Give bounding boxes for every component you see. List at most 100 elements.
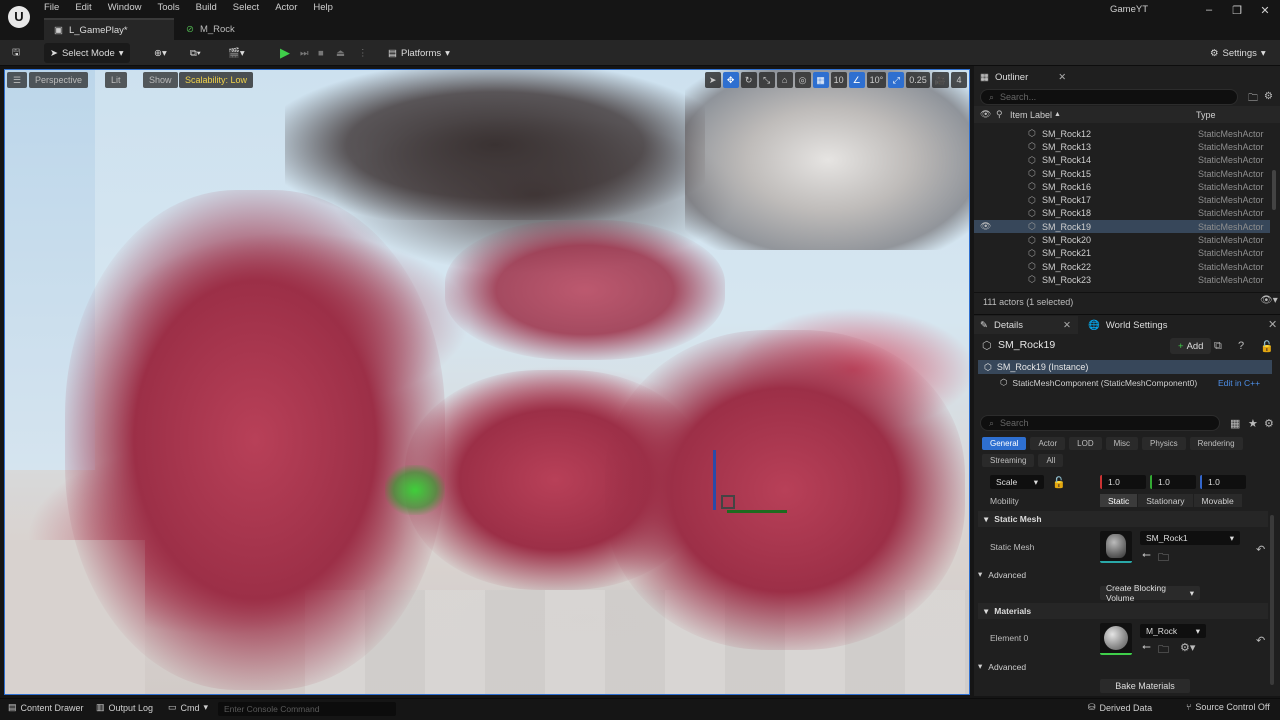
outliner-row[interactable]: ⬡ SM_Rock22 StaticMeshActor [974, 260, 1270, 273]
camera-speed-icon[interactable]: 🎥 [931, 72, 949, 88]
translate-tool-icon[interactable]: ✥ [722, 72, 739, 88]
close-tab-icon[interactable]: ✕ [1268, 318, 1277, 331]
outliner-scrollbar[interactable] [1272, 170, 1276, 210]
static-mesh-section[interactable]: ▾ Static Mesh [978, 511, 1268, 527]
filter-tab-general[interactable]: General [982, 437, 1027, 450]
tab-level[interactable]: ▣ L_GamePlay* [44, 18, 174, 40]
filter-tab-physics[interactable]: Physics [1142, 437, 1186, 450]
save-icon[interactable]: 🖫 [6, 43, 26, 63]
scale-tool-icon[interactable]: ⤡ [758, 72, 775, 88]
outliner-row[interactable]: ⬡ SM_Rock12 StaticMeshActor [974, 127, 1270, 140]
browse-icon[interactable]: 🗀 [1158, 641, 1169, 660]
material-thumbnail[interactable] [1100, 623, 1132, 655]
pin-column-icon[interactable]: ⚲ [996, 109, 1003, 120]
surface-snap-icon[interactable]: ⌂ [776, 72, 793, 88]
grid-view-icon[interactable]: ▦ [1230, 417, 1240, 430]
rotation-snap-icon[interactable]: ∠ [848, 72, 865, 88]
scale-snap-value[interactable]: 0.25 [906, 72, 930, 88]
material-dropdown[interactable]: M_Rock ▾ [1140, 624, 1206, 638]
add-component-button[interactable]: + Add [1170, 338, 1212, 354]
create-blocking-volume-button[interactable]: Create Blocking Volume ▾ [1100, 583, 1200, 603]
outliner-row[interactable]: ⬡ SM_Rock13 StaticMeshActor [974, 140, 1270, 153]
camera-speed-value[interactable]: 4 [951, 72, 967, 88]
use-selected-icon[interactable]: ⭠ [1142, 549, 1151, 562]
scale-z-field[interactable]: 1.0 [1200, 475, 1246, 489]
outliner-row[interactable]: ⬡ SM_Rock17 StaticMeshActor [974, 193, 1270, 206]
mobility-stationary[interactable]: Stationary [1138, 494, 1193, 507]
cmd-dropdown[interactable]: ▭ Cmd ▾ [168, 702, 208, 713]
menu-select[interactable]: Select [225, 0, 267, 16]
perspective-button[interactable]: Perspective [29, 72, 89, 88]
details-tab[interactable]: ✎ Details ✕ [974, 316, 1078, 334]
mobility-static[interactable]: Static [1100, 494, 1138, 507]
menu-edit[interactable]: Edit [67, 0, 99, 16]
cinematics-button[interactable]: 🎬▾ [222, 43, 251, 63]
viewport-menu-button[interactable]: ☰ [7, 72, 28, 88]
star-icon[interactable]: ★ [1248, 417, 1258, 430]
grid-snap-value[interactable]: 10 [830, 72, 847, 88]
source-control-button[interactable]: ⑂ Source Control Off [1186, 702, 1270, 712]
advanced-row-1[interactable]: ▾ Advanced [978, 569, 1026, 580]
gizmo-z-axis[interactable] [713, 450, 716, 510]
eject-icon[interactable]: ⏏ [330, 43, 351, 63]
materials-section[interactable]: ▾ Materials [978, 603, 1268, 619]
outliner-tab[interactable]: ▦ Outliner ✕ [974, 68, 1072, 86]
menu-build[interactable]: Build [188, 0, 225, 16]
menu-window[interactable]: Window [100, 0, 150, 16]
gizmo-x-axis[interactable] [727, 510, 787, 513]
filter-tab-rendering[interactable]: Rendering [1189, 437, 1243, 450]
use-selected-icon[interactable]: ⭠ [1142, 641, 1151, 654]
lock-scale-icon[interactable]: 🔓 [1052, 476, 1066, 489]
outliner-row[interactable]: 👁 ⬡ SM_Rock19 StaticMeshActor [974, 220, 1270, 234]
world-local-icon[interactable]: ◎ [794, 72, 811, 88]
details-search-input[interactable]: ⌕ Search [980, 415, 1220, 431]
tab-material[interactable]: ⊘ M_Rock [176, 18, 296, 40]
scale-snap-icon[interactable]: ⤢ [888, 72, 905, 88]
grid-snap-icon[interactable]: ▦ [812, 72, 829, 88]
bake-materials-button[interactable]: Bake Materials [1100, 679, 1190, 693]
content-drawer-button[interactable]: ▤ Content Drawer [8, 702, 84, 713]
options-icon[interactable]: ⚙▾ [1180, 641, 1195, 654]
scale-dropdown[interactable]: Scale ▾ [990, 475, 1044, 489]
gear-icon[interactable]: ⚙ [1264, 91, 1273, 102]
visibility-eye-icon[interactable]: 👁 [980, 221, 991, 232]
menu-file[interactable]: File [36, 0, 67, 16]
menu-tools[interactable]: Tools [149, 0, 187, 16]
static-mesh-thumbnail[interactable] [1100, 531, 1132, 563]
derived-data-button[interactable]: ⛁ Derived Data [1088, 702, 1152, 713]
outliner-row[interactable]: ⬡ SM_Rock16 StaticMeshActor [974, 180, 1270, 193]
menu-actor[interactable]: Actor [267, 0, 305, 16]
actor-name[interactable]: SM_Rock19 [998, 339, 1055, 351]
show-button[interactable]: Show [143, 72, 178, 88]
output-log-button[interactable]: ▥ Output Log [96, 702, 153, 713]
blueprint-icon[interactable]: ⧉ [1214, 340, 1222, 353]
outliner-row[interactable]: ⬡ SM_Rock23 StaticMeshActor [974, 273, 1270, 286]
component-row[interactable]: ⬡ StaticMeshComponent (StaticMeshCompone… [1000, 377, 1197, 388]
rotate-tool-icon[interactable]: ↻ [740, 72, 757, 88]
rotation-snap-value[interactable]: 10° [866, 72, 887, 88]
browse-icon[interactable]: 🗀 [1158, 549, 1169, 568]
platforms-button[interactable]: ▤ Platforms ▾ [382, 43, 456, 63]
outliner-row[interactable]: ⬡ SM_Rock21 StaticMeshActor [974, 247, 1270, 260]
filter-tab-actor[interactable]: Actor [1030, 437, 1066, 450]
instance-row[interactable]: ⬡ SM_Rock19 (Instance) [978, 360, 1272, 374]
play-options-icon[interactable]: ⋮ [352, 43, 374, 63]
filter-tab-streaming[interactable]: Streaming [982, 454, 1035, 467]
menu-help[interactable]: Help [305, 0, 341, 16]
scalability-badge[interactable]: Scalability: Low [179, 72, 254, 88]
outliner-row[interactable]: ⬡ SM_Rock18 StaticMeshActor [974, 207, 1270, 220]
view-options-icon[interactable]: 👁▾ [1260, 295, 1278, 306]
minimize-icon[interactable]: – [1196, 4, 1222, 16]
stop-icon[interactable]: ■ [312, 43, 330, 63]
play-icon[interactable]: ▶ [274, 43, 296, 63]
item-label-header[interactable]: Item Label [1010, 110, 1052, 120]
outliner-row[interactable]: ⬡ SM_Rock20 StaticMeshActor [974, 233, 1270, 246]
world-settings-tab[interactable]: 🌐 World Settings [1082, 316, 1173, 334]
outliner-search-input[interactable]: ⌕ Search... [980, 89, 1238, 105]
unreal-logo-icon[interactable]: U [8, 6, 30, 28]
scale-y-field[interactable]: 1.0 [1150, 475, 1196, 489]
edit-cpp-link[interactable]: Edit in C++ [1218, 378, 1260, 388]
blueprint-button[interactable]: ⧉▾ [184, 43, 207, 63]
outliner-row[interactable]: ⬡ SM_Rock15 StaticMeshActor [974, 167, 1270, 180]
details-scrollbar[interactable] [1270, 515, 1274, 685]
